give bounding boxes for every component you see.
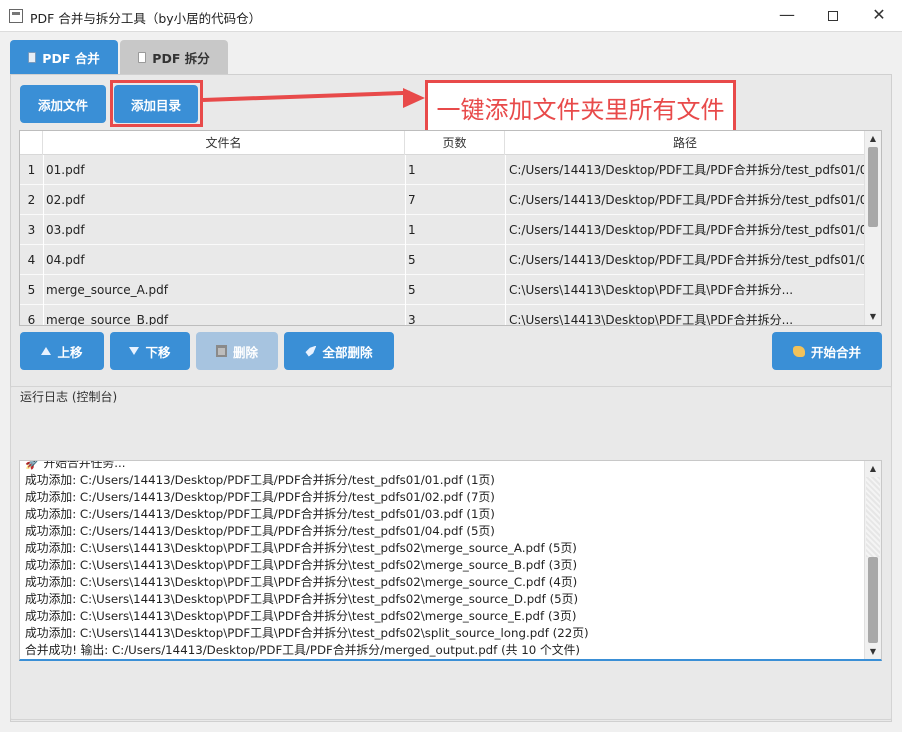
window-title: PDF 合并与拆分工具（by小居的代码仓） bbox=[30, 11, 262, 26]
table-body: 1 01.pdf 1 C:/Users/14413/Desktop/PDF工具/… bbox=[20, 155, 865, 326]
document-icon bbox=[138, 51, 147, 63]
annotation-arrow-head bbox=[403, 88, 425, 108]
row-pages: 5 bbox=[408, 283, 416, 297]
log-line: 成功添加: C:\Users\14413\Desktop\PDF工具\PDF合并… bbox=[25, 575, 578, 589]
add-file-label: 添加文件 bbox=[37, 97, 88, 113]
log-lines: 🚀 开始合并任务... 成功添加: C:/Users/14413/Desktop… bbox=[25, 460, 861, 659]
tab-label: PDF 拆分 bbox=[152, 50, 210, 66]
header-index bbox=[20, 131, 43, 155]
maximize-button[interactable] bbox=[810, 0, 856, 32]
table-row[interactable]: 2 02.pdf 7 C:/Users/14413/Desktop/PDF工具/… bbox=[20, 185, 865, 215]
row-filename: 01.pdf bbox=[46, 163, 85, 177]
move-up-label: 上移 bbox=[57, 344, 83, 360]
row-pages: 1 bbox=[408, 223, 416, 237]
delete-button[interactable]: 删除 bbox=[196, 332, 278, 370]
scroll-down-arrow-icon[interactable]: ▼ bbox=[865, 310, 881, 324]
delete-label: 删除 bbox=[232, 344, 258, 360]
delete-all-label: 全部删除 bbox=[322, 344, 373, 360]
row-path: C:/Users/14413/Desktop/PDF工具/PDF合并拆分/tes… bbox=[509, 223, 864, 237]
log-line: 成功添加: C:/Users/14413/Desktop/PDF工具/PDF合并… bbox=[25, 524, 495, 538]
scroll-up-arrow-icon[interactable]: ▲ bbox=[865, 462, 881, 476]
app-icon bbox=[9, 9, 23, 23]
log-console[interactable]: 🚀 开始合并任务... 成功添加: C:/Users/14413/Desktop… bbox=[19, 460, 882, 661]
tab-label: PDF 合并 bbox=[42, 50, 100, 66]
log-scroll-track[interactable] bbox=[866, 477, 880, 557]
row-path: C:/Users/14413/Desktop/PDF工具/PDF合并拆分/tes… bbox=[509, 193, 864, 207]
close-button[interactable]: ✕ bbox=[856, 0, 902, 32]
annotation-callout: 一键添加文件夹里所有文件 bbox=[425, 80, 736, 134]
table-row[interactable]: 3 03.pdf 1 C:/Users/14413/Desktop/PDF工具/… bbox=[20, 215, 865, 245]
close-icon: ✕ bbox=[872, 5, 886, 24]
log-line: 成功添加: C:\Users\14413\Desktop\PDF工具\PDF合并… bbox=[25, 558, 578, 572]
log-line: 🚀 开始合并任务... bbox=[25, 460, 126, 470]
table-row[interactable]: 5 merge_source_A.pdf 5 C:\Users\14413\De… bbox=[20, 275, 865, 305]
pdf-file-icon bbox=[28, 51, 37, 63]
header-path[interactable]: 路径 bbox=[505, 131, 865, 155]
move-down-button[interactable]: 下移 bbox=[110, 332, 190, 370]
row-path: C:\Users\14413\Desktop\PDF工具\PDF合并拆分... bbox=[509, 283, 794, 297]
row-index: 6 bbox=[27, 313, 36, 326]
annotation-text: 一键添加文件夹里所有文件 bbox=[436, 95, 725, 124]
row-index: 2 bbox=[27, 193, 36, 207]
start-merge-button[interactable]: 开始合并 bbox=[772, 332, 882, 370]
tab-pdf-merge[interactable]: PDF 合并 bbox=[10, 40, 118, 74]
minimize-button[interactable]: — bbox=[764, 0, 810, 32]
move-up-button[interactable]: 上移 bbox=[20, 332, 104, 370]
log-line: 成功添加: C:/Users/14413/Desktop/PDF工具/PDF合并… bbox=[25, 490, 495, 504]
log-line: 合并成功! 输出: C:/Users/14413/Desktop/PDF工具/P… bbox=[25, 643, 580, 657]
start-merge-label: 开始合并 bbox=[810, 344, 861, 360]
row-pages: 3 bbox=[408, 313, 416, 326]
row-index: 5 bbox=[27, 283, 36, 297]
log-scroll-thumb[interactable] bbox=[868, 557, 878, 643]
arrow-up-icon bbox=[41, 347, 52, 355]
log-line: 成功添加: C:/Users/14413/Desktop/PDF工具/PDF合并… bbox=[25, 473, 495, 487]
table-row[interactable]: 6 merge_source_B.pdf 3 C:\Users\14413\De… bbox=[20, 305, 865, 326]
arrow-down-icon bbox=[129, 347, 140, 355]
log-line: 成功添加: C:\Users\14413\Desktop\PDF工具\PDF合并… bbox=[25, 592, 579, 606]
log-line: 成功添加: C:\Users\14413\Desktop\PDF工具\PDF合并… bbox=[25, 541, 577, 555]
table-row[interactable]: 4 04.pdf 5 C:/Users/14413/Desktop/PDF工具/… bbox=[20, 245, 865, 275]
row-pages: 7 bbox=[408, 193, 416, 207]
row-path: C:/Users/14413/Desktop/PDF工具/PDF合并拆分/tes… bbox=[509, 253, 864, 267]
tab-pdf-split[interactable]: PDF 拆分 bbox=[120, 40, 228, 74]
header-filename[interactable]: 文件名 bbox=[43, 131, 405, 155]
row-filename: merge_source_A.pdf bbox=[46, 283, 168, 297]
scroll-down-arrow-icon[interactable]: ▼ bbox=[865, 645, 881, 659]
row-filename: 04.pdf bbox=[46, 253, 85, 267]
table-header: 文件名 页数 路径 bbox=[20, 131, 865, 155]
minimize-icon: — bbox=[779, 5, 795, 24]
log-title: 运行日志 (控制台) bbox=[18, 388, 120, 405]
table-scroll-thumb[interactable] bbox=[868, 147, 878, 227]
row-path: C:/Users/14413/Desktop/PDF工具/PDF合并拆分/tes… bbox=[509, 163, 864, 177]
row-index: 3 bbox=[27, 223, 36, 237]
table-row[interactable]: 1 01.pdf 1 C:/Users/14413/Desktop/PDF工具/… bbox=[20, 155, 865, 185]
delete-all-button[interactable]: 全部删除 bbox=[284, 332, 394, 370]
row-filename: 03.pdf bbox=[46, 223, 85, 237]
file-table: 文件名 页数 路径 1 01.pdf 1 C:/Users/14413/Desk… bbox=[19, 130, 882, 326]
add-file-button[interactable]: 添加文件 bbox=[20, 85, 106, 123]
row-pages: 1 bbox=[408, 163, 416, 177]
header-pages[interactable]: 页数 bbox=[405, 131, 505, 155]
handshake-icon bbox=[792, 345, 805, 357]
log-scrollbar[interactable]: ▲ ▼ bbox=[864, 461, 881, 659]
maximize-icon bbox=[828, 10, 838, 21]
table-scrollbar[interactable]: ▲ ▼ bbox=[864, 131, 881, 325]
row-pages: 5 bbox=[408, 253, 416, 267]
annotation-highlight-box bbox=[110, 80, 203, 127]
row-path: C:\Users\14413\Desktop\PDF工具\PDF合并拆分... bbox=[509, 313, 794, 326]
row-filename: merge_source_B.pdf bbox=[46, 313, 169, 326]
log-line: 成功添加: C:/Users/14413/Desktop/PDF工具/PDF合并… bbox=[25, 507, 495, 521]
log-line: 成功添加: C:\Users\14413\Desktop\PDF工具\PDF合并… bbox=[25, 609, 577, 623]
row-index: 1 bbox=[27, 163, 36, 177]
broom-icon bbox=[305, 345, 317, 357]
title-bar: PDF 合并与拆分工具（by小居的代码仓） — ✕ bbox=[0, 0, 902, 32]
log-line: 成功添加: C:\Users\14413\Desktop\PDF工具\PDF合并… bbox=[25, 626, 589, 640]
row-index: 4 bbox=[27, 253, 36, 267]
scroll-up-arrow-icon[interactable]: ▲ bbox=[865, 132, 881, 146]
trash-icon bbox=[215, 345, 227, 357]
row-filename: 02.pdf bbox=[46, 193, 85, 207]
move-down-label: 下移 bbox=[145, 344, 171, 360]
